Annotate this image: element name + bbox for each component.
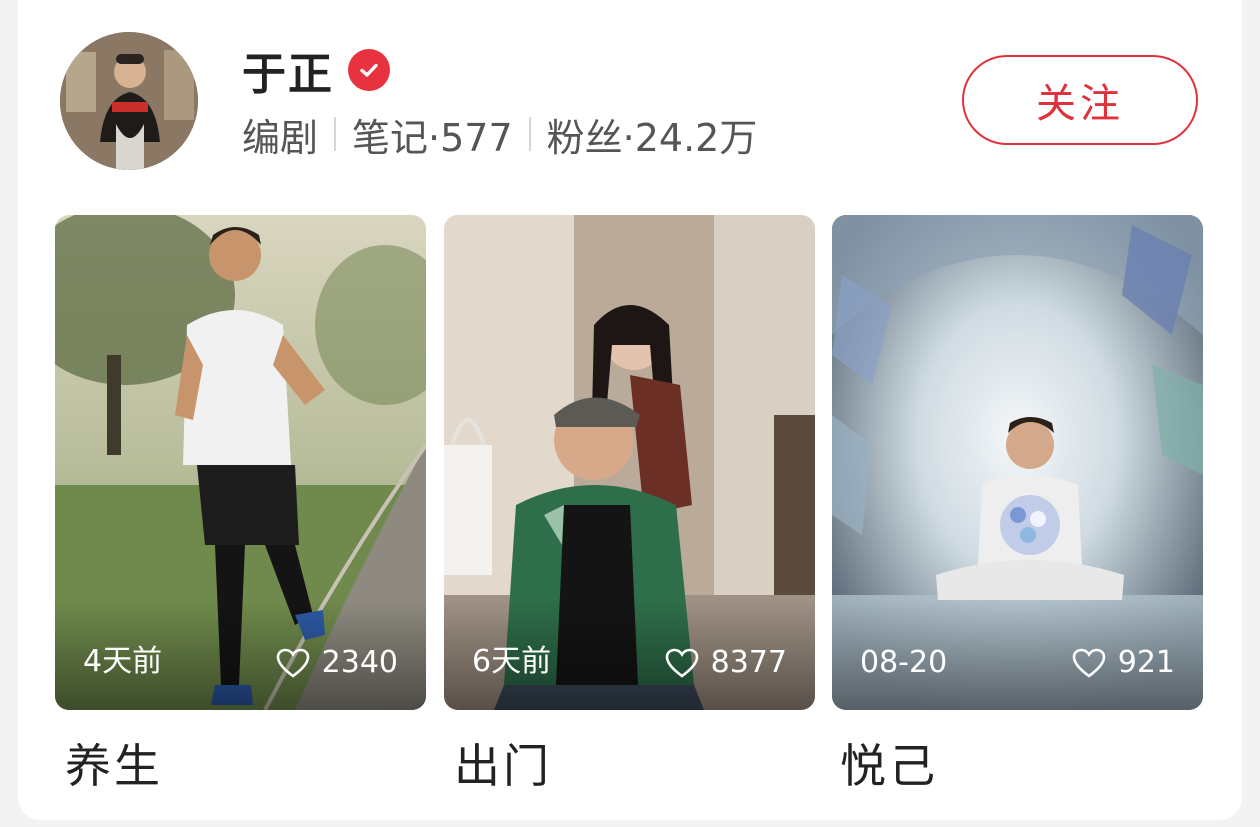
fans-count: 粉丝·24.2万: [546, 115, 758, 160]
like-count[interactable]: 8377: [665, 645, 787, 680]
note-card-2[interactable]: 6天前 8377: [444, 215, 815, 710]
follow-button[interactable]: 关注: [962, 55, 1198, 145]
note-caption[interactable]: 养生: [65, 730, 163, 796]
like-number: 8377: [710, 645, 787, 680]
like-number: 2340: [321, 645, 398, 680]
like-number: 921: [1117, 645, 1175, 680]
notes-count: 笔记·577: [352, 115, 513, 160]
heart-outline-icon: [665, 648, 698, 678]
note-card-3[interactable]: 08-20 921: [832, 215, 1203, 710]
note-date: 4天前: [83, 644, 163, 679]
profile-meta: 编剧 笔记·577 粉丝·24.2万: [242, 108, 757, 160]
verified-check-icon: [348, 49, 390, 91]
profile-role: 编剧: [242, 115, 319, 160]
avatar[interactable]: [60, 32, 198, 170]
avatar-image: [60, 32, 198, 170]
profile-card: 于正 编剧 笔记·577 粉丝·24.2万 关注 4天前 2340 养生 6天前…: [18, 0, 1242, 820]
name-row: 于正: [242, 40, 390, 100]
divider: [334, 117, 337, 151]
divider: [528, 117, 531, 151]
heart-outline-icon: [276, 648, 309, 678]
note-caption[interactable]: 悦己: [840, 730, 938, 796]
note-date: 6天前: [472, 644, 552, 679]
like-count[interactable]: 921: [1072, 645, 1175, 680]
author-name[interactable]: 于正: [242, 38, 334, 102]
heart-outline-icon: [1072, 648, 1106, 678]
note-date: 08-20: [860, 645, 948, 680]
note-caption[interactable]: 出门: [454, 730, 552, 796]
like-count[interactable]: 2340: [276, 645, 398, 680]
note-card-1[interactable]: 4天前 2340: [55, 215, 426, 710]
